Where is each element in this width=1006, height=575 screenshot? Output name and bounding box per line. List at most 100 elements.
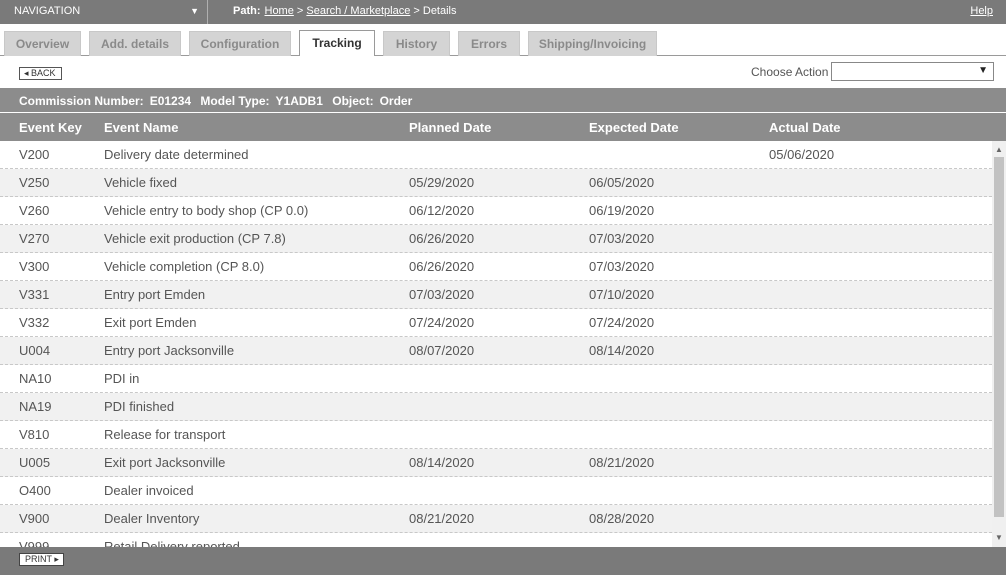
event-key: U004	[19, 343, 51, 358]
print-arrow-icon: ▸	[54, 554, 59, 564]
planned-date: 07/03/2020	[409, 287, 475, 302]
event-name: Delivery date determined	[104, 147, 249, 162]
expected-date: 07/03/2020	[589, 231, 655, 246]
navigation-label: NAVIGATION	[14, 5, 81, 17]
event-name: Vehicle exit production (CP 7.8)	[104, 231, 286, 246]
event-key: V331	[19, 287, 50, 302]
table-row[interactable]: V300 Vehicle completion (CP 8.0) 06/26/2…	[0, 253, 992, 281]
column-header-expected-date[interactable]: Expected Date	[589, 120, 679, 135]
table-row[interactable]: O400 Dealer invoiced	[0, 477, 992, 505]
tab-bar: Overview Add. details Configuration Trac…	[0, 24, 1006, 57]
expected-date: 07/10/2020	[589, 287, 655, 302]
column-header-event-key[interactable]: Event Key	[19, 120, 82, 135]
event-key: NA19	[19, 399, 52, 414]
print-button[interactable]: PRINT ▸	[19, 553, 64, 566]
expected-date: 08/14/2020	[589, 343, 655, 358]
event-name: Retail Delivery reported	[104, 539, 240, 547]
tab-configuration[interactable]: Configuration	[189, 31, 291, 56]
planned-date: 08/14/2020	[409, 455, 475, 470]
event-key: U005	[19, 455, 51, 470]
object-label: Object:	[332, 94, 374, 108]
tab-add-details[interactable]: Add. details	[89, 31, 181, 56]
table-row[interactable]: V270 Vehicle exit production (CP 7.8) 06…	[0, 225, 992, 253]
events-table-body: V200 Delivery date determined 05/06/2020…	[0, 141, 992, 547]
tab-history[interactable]: History	[383, 31, 450, 56]
breadcrumb-home-link[interactable]: Home	[265, 5, 294, 17]
table-row[interactable]: U005 Exit port Jacksonville 08/14/2020 0…	[0, 449, 992, 477]
tab-errors[interactable]: Errors	[458, 31, 520, 56]
event-name: Vehicle entry to body shop (CP 0.0)	[104, 203, 309, 218]
event-key: V270	[19, 231, 50, 246]
actual-date: 05/06/2020	[769, 147, 835, 162]
event-key: V250	[19, 175, 50, 190]
top-bar: NAVIGATION ▼ Path: Home > Search / Market…	[0, 0, 1006, 24]
tab-shipping-invoicing[interactable]: Shipping/Invoicing	[528, 31, 657, 56]
table-header: Event Key Event Name Planned Date Expect…	[0, 113, 1006, 141]
bottom-bar: PRINT ▸	[0, 547, 1006, 575]
help-link[interactable]: Help	[970, 5, 993, 17]
event-name: Release for transport	[104, 427, 226, 442]
chevron-down-icon: ▼	[190, 6, 199, 16]
table-row[interactable]: NA19 PDI finished	[0, 393, 992, 421]
print-button-label: PRINT	[25, 554, 52, 564]
event-key: V900	[19, 511, 50, 526]
column-header-event-name[interactable]: Event Name	[104, 120, 178, 135]
event-name: PDI finished	[104, 399, 175, 414]
event-key: V999	[19, 539, 50, 547]
commission-number-value: E01234	[149, 94, 192, 108]
planned-date: 08/21/2020	[409, 511, 475, 526]
tab-overview[interactable]: Overview	[4, 31, 81, 56]
object-value: Order	[379, 94, 413, 108]
table-row[interactable]: V810 Release for transport	[0, 421, 992, 449]
scroll-down-arrow-icon[interactable]: ▼	[992, 531, 1006, 545]
back-button-label: BACK	[31, 68, 56, 78]
breadcrumb-separator: >	[410, 5, 423, 17]
scrollbar-thumb[interactable]	[994, 157, 1004, 517]
event-name: Dealer Inventory	[104, 511, 200, 526]
commission-number-label: Commission Number:	[19, 94, 144, 108]
event-name: Dealer invoiced	[104, 483, 194, 498]
table-row[interactable]: V331 Entry port Emden 07/03/2020 07/10/2…	[0, 281, 992, 309]
table-row[interactable]: V200 Delivery date determined 05/06/2020	[0, 141, 992, 169]
chevron-down-icon: ▼	[978, 65, 988, 76]
event-name: Exit port Jacksonville	[104, 455, 226, 470]
tab-tracking[interactable]: Tracking	[299, 30, 375, 57]
column-header-actual-date[interactable]: Actual Date	[769, 120, 841, 135]
expected-date: 08/21/2020	[589, 455, 655, 470]
order-info-bar: Commission Number: E01234 Model Type: Y1AD…	[0, 88, 1006, 113]
scroll-up-arrow-icon[interactable]: ▲	[992, 143, 1006, 157]
event-name: PDI in	[104, 371, 140, 386]
expected-date: 06/05/2020	[589, 175, 655, 190]
planned-date: 08/07/2020	[409, 343, 475, 358]
event-key: V810	[19, 427, 50, 442]
table-row[interactable]: V250 Vehicle fixed 05/29/2020 06/05/2020	[0, 169, 992, 197]
back-arrow-icon: ◂	[24, 68, 29, 78]
vertical-scrollbar[interactable]: ▲ ▼	[992, 141, 1006, 547]
navigation-dropdown[interactable]: NAVIGATION ▼	[0, 0, 208, 24]
table-row[interactable]: NA10 PDI in	[0, 365, 992, 393]
choose-action-select[interactable]: ▼	[831, 62, 994, 81]
breadcrumb-search-link[interactable]: Search / Marketplace	[306, 5, 410, 17]
table-row[interactable]: V332 Exit port Emden 07/24/2020 07/24/20…	[0, 309, 992, 337]
event-key: NA10	[19, 371, 52, 386]
planned-date: 05/29/2020	[409, 175, 475, 190]
model-type-label: Model Type:	[200, 94, 270, 108]
event-key: V332	[19, 315, 50, 330]
table-row[interactable]: V999 Retail Delivery reported	[0, 533, 992, 547]
table-row[interactable]: V900 Dealer Inventory 08/21/2020 08/28/2…	[0, 505, 992, 533]
breadcrumb-separator: >	[293, 5, 307, 17]
back-button[interactable]: ◂ BACK	[19, 67, 62, 80]
column-header-planned-date[interactable]: Planned Date	[409, 120, 491, 135]
planned-date: 07/24/2020	[409, 315, 475, 330]
table-row[interactable]: V260 Vehicle entry to body shop (CP 0.0)…	[0, 197, 992, 225]
event-key: V200	[19, 147, 50, 162]
choose-action-label: Choose Action	[751, 65, 829, 79]
breadcrumb-current: Details	[422, 5, 457, 17]
event-key: O400	[19, 483, 51, 498]
model-type-value: Y1ADB1	[275, 94, 323, 108]
table-row[interactable]: U004 Entry port Jacksonville 08/07/2020 …	[0, 337, 992, 365]
event-name: Vehicle completion (CP 8.0)	[104, 259, 265, 274]
expected-date: 07/24/2020	[589, 315, 655, 330]
expected-date: 08/28/2020	[589, 511, 655, 526]
breadcrumb: Path: Home > Search / Marketplace > Detai…	[233, 5, 457, 17]
